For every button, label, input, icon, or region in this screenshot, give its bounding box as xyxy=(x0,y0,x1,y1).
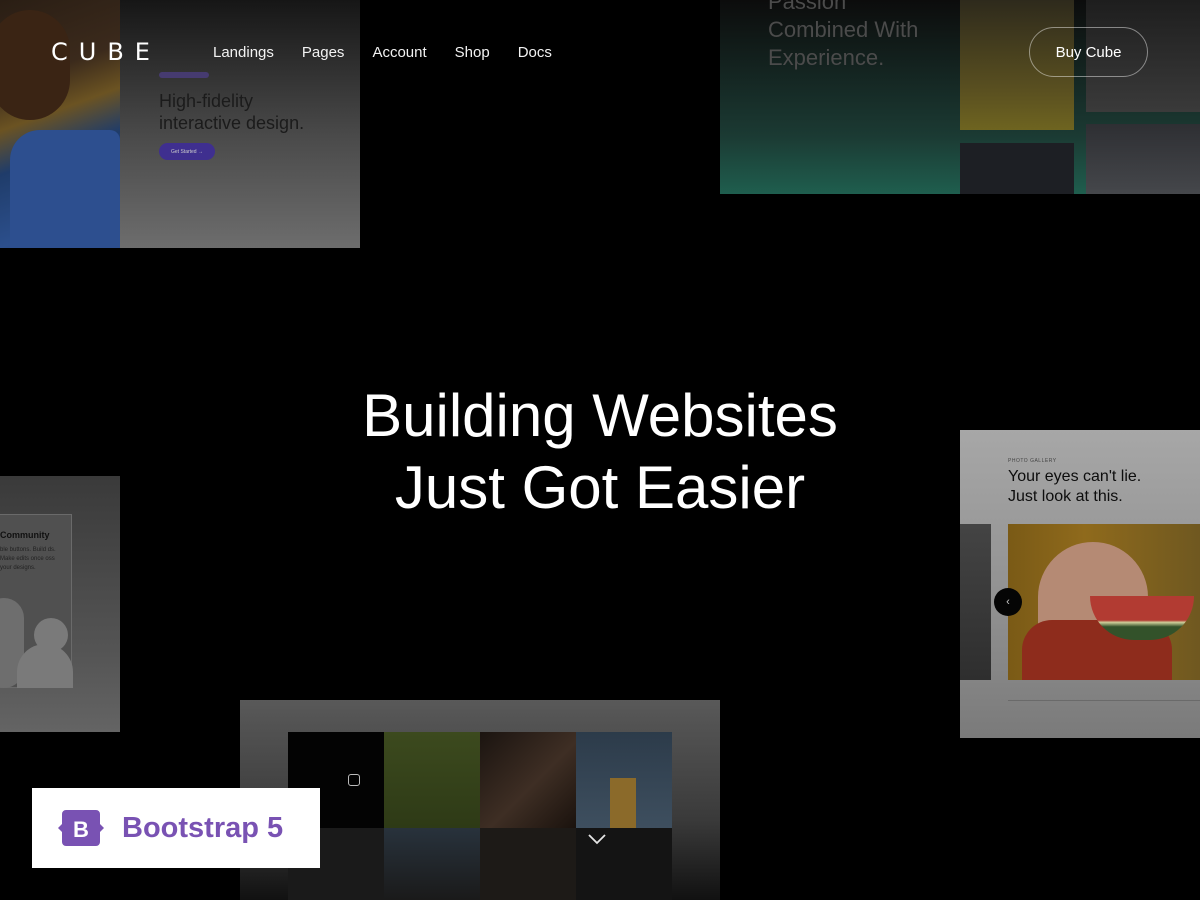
buy-cube-button[interactable]: Buy Cube xyxy=(1029,27,1148,77)
community-description: ble buttons. Build ds. Make edits once o… xyxy=(0,547,56,571)
bootstrap-logo-icon: B xyxy=(58,810,104,846)
grid-cell xyxy=(384,732,480,828)
grid-cell xyxy=(480,732,576,828)
svg-text:B: B xyxy=(73,817,89,842)
divider xyxy=(1008,700,1200,701)
chevron-down-icon[interactable] xyxy=(586,828,608,850)
gallery-headline: Your eyes can't lie. Just look at this. xyxy=(1008,468,1142,505)
bootstrap-badge: B Bootstrap 5 xyxy=(32,788,320,868)
gallery-photo xyxy=(1086,124,1200,194)
gallery-kicker: PHOTO GALLERY xyxy=(1008,458,1057,464)
nav-link-docs[interactable]: Docs xyxy=(518,44,552,61)
building-photo xyxy=(610,778,636,828)
grid-cell xyxy=(480,828,576,900)
grid-cell xyxy=(384,828,480,900)
nav-link-landings[interactable]: Landings xyxy=(213,44,274,61)
gallery-side-photo xyxy=(960,524,991,680)
community-title: Community xyxy=(0,530,50,540)
instagram-icon xyxy=(348,774,360,786)
navbar: CUBE Landings Pages Account Shop Docs Bu… xyxy=(0,0,1200,106)
hero: Building Websites Just Got Easier xyxy=(300,380,900,524)
preview-get-started-button: Get Started → xyxy=(159,143,215,160)
watermelon-photo xyxy=(1008,524,1200,680)
brand-logo[interactable]: CUBE xyxy=(51,38,161,66)
preview-tile-photo-gallery: PHOTO GALLERY Your eyes can't lie. Just … xyxy=(960,430,1200,738)
main-nav: Landings Pages Account Shop Docs xyxy=(213,44,580,61)
nav-link-shop[interactable]: Shop xyxy=(455,44,490,61)
chevron-left-icon: ‹ xyxy=(994,588,1022,616)
hero-title: Building Websites Just Got Easier xyxy=(362,382,838,521)
gallery-photo xyxy=(960,143,1074,194)
nav-link-account[interactable]: Account xyxy=(372,44,426,61)
preview-tile-community: Community ble buttons. Build ds. Make ed… xyxy=(0,476,120,732)
bootstrap-label: Bootstrap 5 xyxy=(122,811,284,844)
nav-link-pages[interactable]: Pages xyxy=(302,44,345,61)
